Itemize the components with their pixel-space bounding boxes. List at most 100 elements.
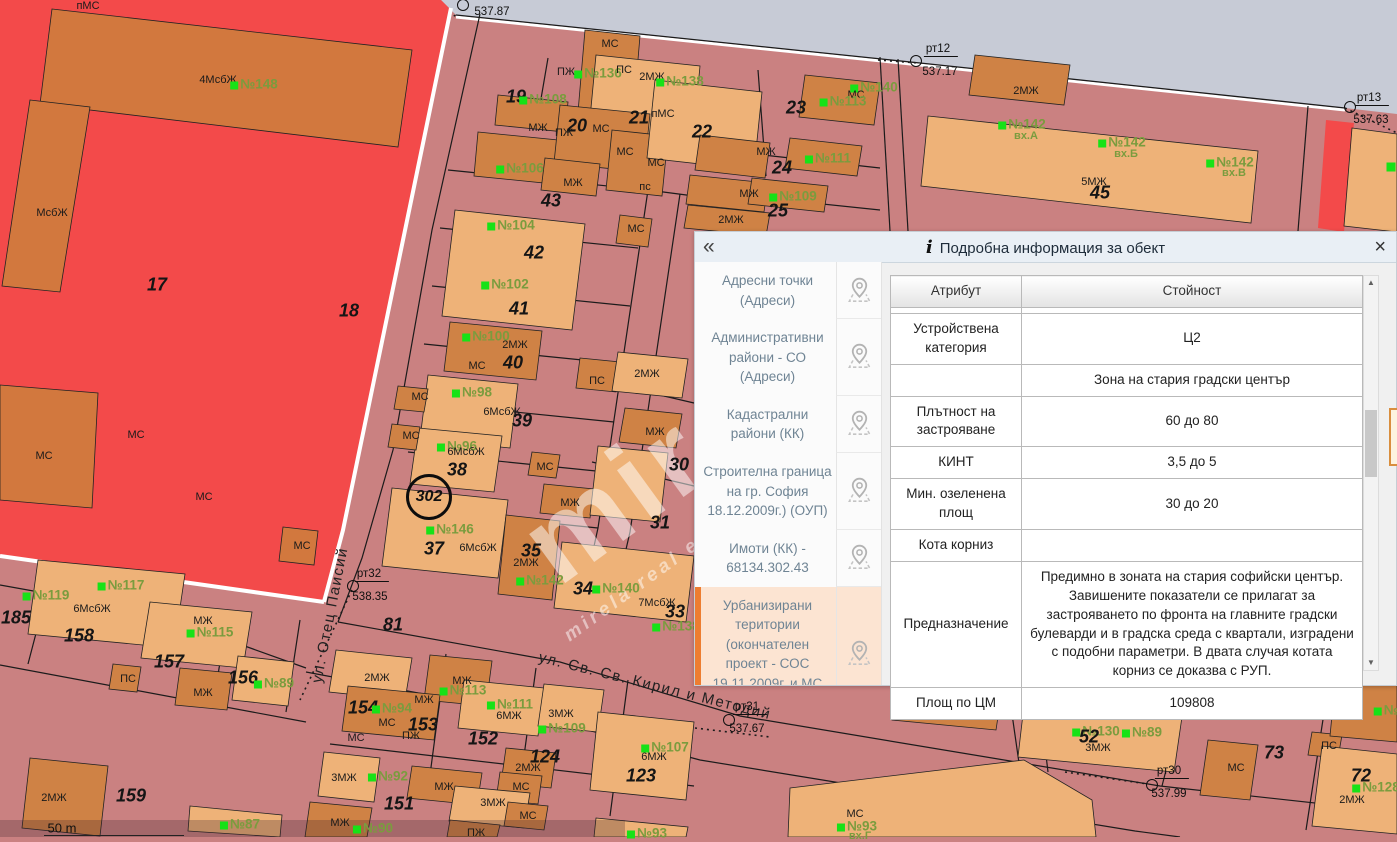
layer-menu-item-label: Урбанизирани територии (окончателен прое… [695, 587, 836, 685]
map-label: 159 [116, 786, 146, 807]
map-label: №138 [652, 619, 700, 634]
map-label: МС [592, 123, 609, 135]
map-label: №87 [220, 817, 260, 832]
attribute-value-cell [1022, 530, 1363, 562]
map-label: №138 [656, 74, 704, 89]
map-label: №136 [574, 66, 622, 81]
map-label: МЖ [739, 188, 758, 200]
layer-menu-item[interactable]: Урбанизирани територии (окончателен прое… [695, 587, 881, 685]
map-label: МС [512, 781, 529, 793]
map-label: 157 [154, 652, 184, 673]
scrollbar-thumb[interactable] [1365, 410, 1377, 477]
map-pin-icon[interactable] [836, 453, 881, 530]
attribute-row[interactable]: Площ по ЦМ 109808 [891, 688, 1363, 720]
attribute-row[interactable]: Предназначение Предимно в зоната на стар… [891, 561, 1363, 687]
attribute-row[interactable]: Устройствена категория Ц2 [891, 313, 1363, 364]
map-label: МС [127, 429, 144, 441]
map-label: МЖ [193, 687, 212, 699]
map-label: МС [519, 810, 536, 822]
map-stage: mirela mirela real estate пМС4МсбЖ№148Мс… [0, 0, 1397, 837]
map-label: №90 [353, 821, 393, 836]
map-label: №146 [426, 522, 474, 537]
map-label: пМС [76, 0, 99, 12]
collapse-panel-button[interactable]: « [703, 234, 715, 260]
map-pin-icon[interactable] [836, 587, 881, 685]
map-label: №111 [805, 151, 851, 166]
attribute-name-cell: КИНТ [891, 447, 1022, 479]
attribute-row[interactable]: Мин. озеленена площ 30 до 20 [891, 479, 1363, 530]
map-label: 123 [626, 766, 656, 787]
selected-parcel-marker[interactable]: 302 [406, 474, 452, 520]
attribute-row[interactable]: Зона на стария градски център [891, 364, 1363, 396]
map-label: 43 [541, 191, 561, 212]
map-label [910, 55, 922, 67]
map-label: рт13 [1355, 92, 1389, 106]
map-label: 2МЖ [1339, 794, 1364, 806]
attribute-value-cell: 30 до 20 [1022, 479, 1363, 530]
map-label: 185 [1, 608, 31, 629]
map-label: вх.В [1222, 167, 1246, 179]
map-label: №98 [452, 385, 492, 400]
map-label: МС [468, 360, 485, 372]
attribute-row[interactable]: КИНТ 3,5 до 5 [891, 447, 1363, 479]
layer-menu-item[interactable]: Имоти (КК) - 68134.302.43 [695, 530, 881, 587]
map-label: МЖ [756, 146, 775, 158]
map-label: МЖ [563, 177, 582, 189]
map-label: пМС [651, 108, 674, 120]
map-label: 537.99 [1151, 788, 1186, 800]
layer-menu: Адресни точки (Адреси) Административни р… [695, 262, 882, 685]
map-label: рт30 [1155, 765, 1189, 779]
map-label: вх.А [1014, 130, 1038, 142]
panel-title: iПодробна информация за обект [926, 237, 1165, 258]
map-label: 73 [1264, 743, 1284, 764]
map-label: 537.87 [474, 6, 509, 18]
map-label: 6МсбЖ [447, 446, 484, 458]
map-label: 31 [650, 513, 670, 534]
panel-title-text: Подробна информация за обект [940, 240, 1165, 257]
map-label: 537.63 [1353, 114, 1388, 126]
map-label: 538.35 [352, 591, 387, 603]
map-label: №115 [187, 625, 234, 640]
table-scrollbar[interactable]: ▲ ▼ [1363, 275, 1379, 671]
map-label: ПЖ [555, 127, 573, 139]
map-pin-icon[interactable] [836, 396, 881, 453]
map-label: МС [347, 732, 364, 744]
map-label: рт32 [355, 568, 389, 582]
info-panel-header: « iПодробна информация за обект × [695, 232, 1396, 263]
map-label [1146, 779, 1158, 791]
map-label: 25 [768, 201, 788, 222]
attribute-row[interactable]: Плътност на застрояване 60 до 80 [891, 396, 1363, 447]
map-label: №94 [372, 701, 412, 716]
scroll-up-arrow[interactable]: ▲ [1364, 276, 1378, 290]
map-pin-icon[interactable] [836, 262, 881, 319]
map-label: МС [35, 450, 52, 462]
close-panel-button[interactable]: × [1374, 235, 1386, 259]
layer-menu-item-label: Строителна граница на гр. София 18.12.20… [695, 453, 836, 530]
layer-menu-item[interactable]: Адресни точки (Адреси) [695, 262, 881, 319]
scroll-down-arrow[interactable]: ▼ [1364, 656, 1378, 670]
map-label: 40 [503, 353, 523, 374]
map-label: 2МЖ [634, 368, 659, 380]
attribute-table-wrap: Атрибут Стойност Устройствена категория … [890, 275, 1363, 671]
attribute-value-cell: Ц2 [1022, 313, 1363, 364]
layer-menu-item-label: Имоти (КК) - 68134.302.43 [695, 530, 836, 587]
edge-widget[interactable] [1389, 408, 1397, 466]
map-label: МсбЖ [36, 207, 67, 219]
map-pin-icon[interactable] [836, 530, 881, 587]
map-label: МС [616, 146, 633, 158]
map-label: №113 [820, 94, 867, 109]
map-label: №102 [481, 277, 529, 292]
layer-menu-item[interactable]: Строителна граница на гр. София 18.12.20… [695, 453, 881, 530]
map-pin-icon[interactable] [836, 319, 881, 396]
map-label: 2МЖ [502, 339, 527, 351]
map-label: ПС [1321, 740, 1337, 752]
map-label: ПС [120, 673, 136, 685]
map-label: 3МЖ [548, 708, 573, 720]
layer-menu-item[interactable]: Административни райони - СО (Адреси) [695, 319, 881, 396]
layer-menu-item[interactable]: Кадастрални райони (КК) [695, 396, 881, 453]
map-label: №108 [519, 92, 567, 107]
map-label: рт12 [924, 43, 958, 57]
map-label: МС [1227, 762, 1244, 774]
map-label: МС [402, 430, 419, 442]
attribute-row[interactable]: Кота корниз [891, 530, 1363, 562]
